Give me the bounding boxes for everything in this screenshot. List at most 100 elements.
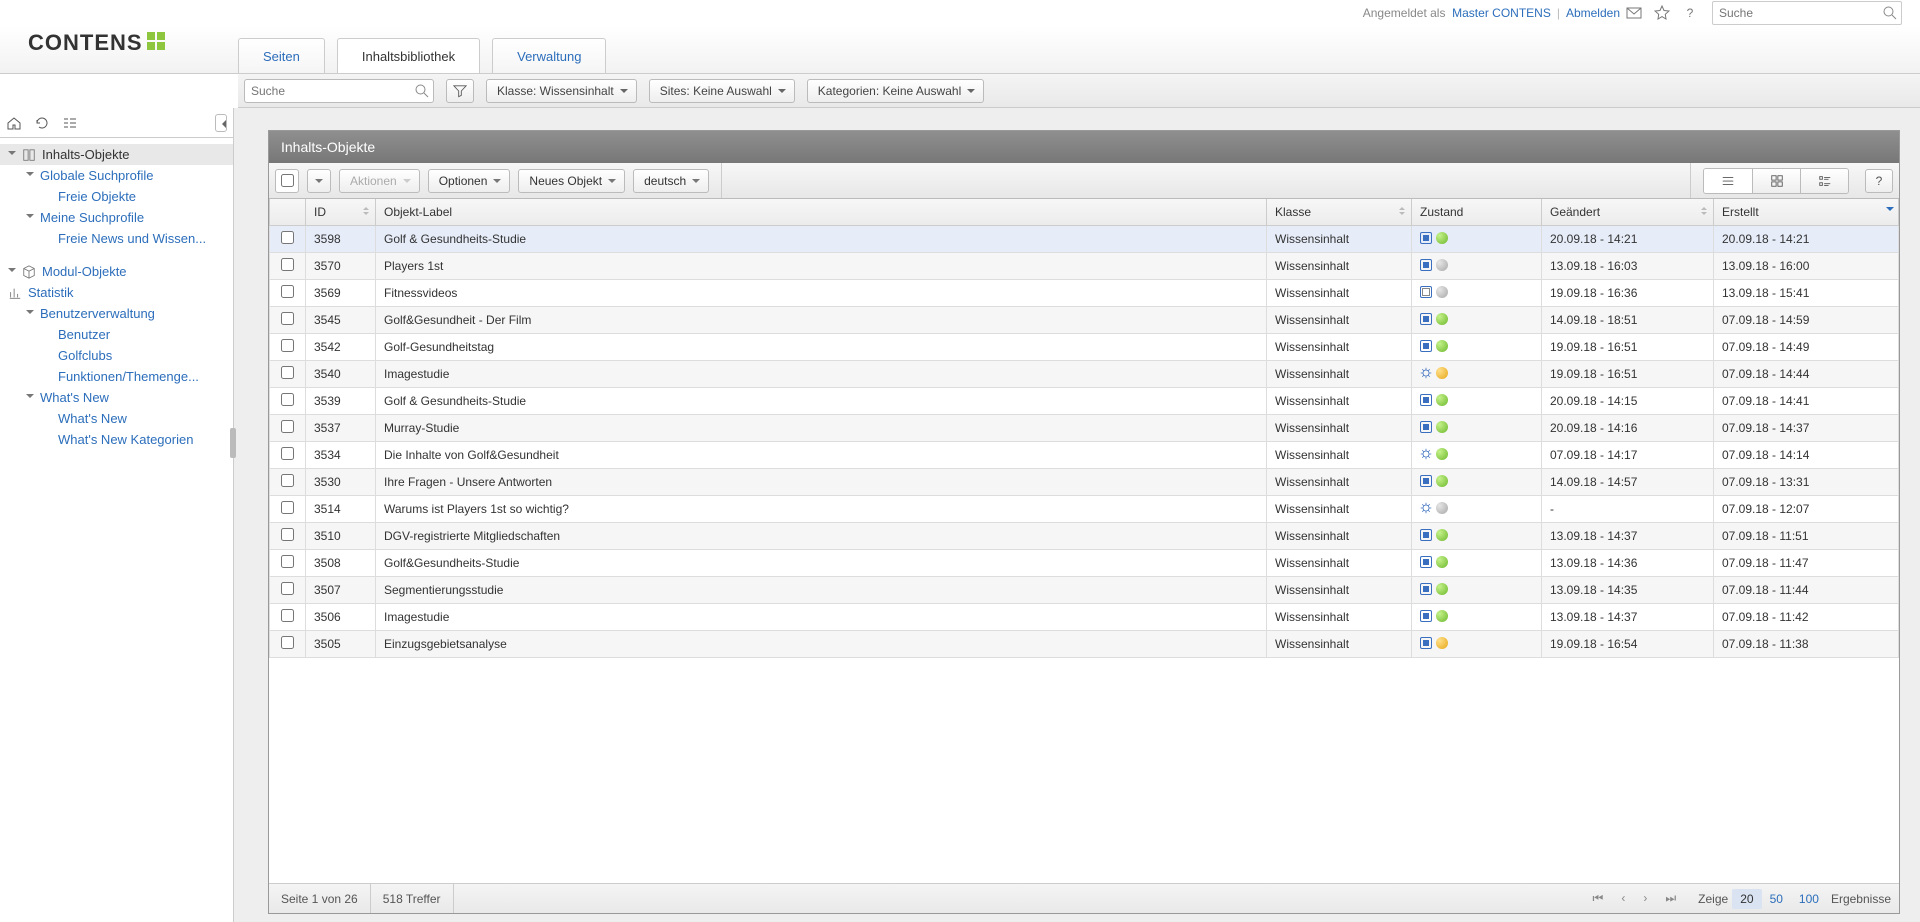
main-tab-2[interactable]: Verwaltung bbox=[492, 38, 606, 73]
pager-next[interactable]: › bbox=[1643, 891, 1647, 906]
cell-geandert: 19.09.18 - 16:36 bbox=[1542, 280, 1714, 307]
tree-settings-icon[interactable] bbox=[62, 115, 78, 131]
sidebar-item-label: What's New Kategorien bbox=[58, 432, 193, 447]
col-id[interactable]: ID bbox=[306, 199, 376, 226]
actions-button[interactable]: Aktionen bbox=[339, 169, 420, 193]
row-checkbox[interactable] bbox=[281, 636, 294, 649]
table-row[interactable]: 3540ImagestudieWissensinhalt19.09.18 - 1… bbox=[270, 361, 1899, 388]
sidebar-item-8[interactable]: Benutzer bbox=[0, 324, 233, 345]
table-row[interactable]: 3508Golf&Gesundheits-StudieWissensinhalt… bbox=[270, 550, 1899, 577]
table-row[interactable]: 3506ImagestudieWissensinhalt13.09.18 - 1… bbox=[270, 604, 1899, 631]
row-checkbox[interactable] bbox=[281, 258, 294, 271]
col-erstellt[interactable]: Erstellt bbox=[1714, 199, 1899, 226]
table-row[interactable]: 3537Murray-StudieWissensinhalt20.09.18 -… bbox=[270, 415, 1899, 442]
filter-dropdown-2[interactable]: Kategorien: Keine Auswahl bbox=[807, 79, 984, 103]
row-checkbox[interactable] bbox=[281, 339, 294, 352]
sidebar-item-11[interactable]: What's New bbox=[0, 387, 233, 408]
row-checkbox[interactable] bbox=[281, 555, 294, 568]
col-klasse[interactable]: Klasse bbox=[1267, 199, 1412, 226]
filter-toggle-button[interactable] bbox=[446, 79, 474, 103]
pager-last[interactable]: ⏭ bbox=[1665, 891, 1676, 906]
table-row[interactable]: 3569FitnessvideosWissensinhalt19.09.18 -… bbox=[270, 280, 1899, 307]
row-checkbox[interactable] bbox=[281, 393, 294, 406]
reload-icon[interactable] bbox=[34, 115, 50, 131]
mail-icon[interactable] bbox=[1626, 5, 1642, 21]
status-grey-icon bbox=[1436, 259, 1448, 271]
row-checkbox[interactable] bbox=[281, 312, 294, 325]
sidebar-item-5[interactable]: Modul-Objekte bbox=[0, 261, 233, 282]
view-list-button[interactable] bbox=[1704, 169, 1752, 193]
view-detail-button[interactable] bbox=[1800, 169, 1848, 193]
sidebar-item-10[interactable]: Funktionen/Themenge... bbox=[0, 366, 233, 387]
select-menu-button[interactable] bbox=[307, 169, 331, 193]
row-checkbox[interactable] bbox=[281, 447, 294, 460]
table-row[interactable]: 3510DGV-registrierte MitgliedschaftenWis… bbox=[270, 523, 1899, 550]
row-checkbox[interactable] bbox=[281, 231, 294, 244]
pager-prev[interactable]: ‹ bbox=[1621, 891, 1625, 906]
sidebar-item-2[interactable]: Freie Objekte bbox=[0, 186, 233, 207]
cell-zustand bbox=[1412, 442, 1542, 469]
new-object-button[interactable]: Neues Objekt bbox=[518, 169, 625, 193]
sidebar-item-6[interactable]: Statistik bbox=[0, 282, 233, 303]
filter-dropdown-1[interactable]: Sites: Keine Auswahl bbox=[649, 79, 795, 103]
logout-link[interactable]: Abmelden bbox=[1566, 6, 1620, 20]
main-tab-0[interactable]: Seiten bbox=[238, 38, 325, 73]
page-size-20[interactable]: 20 bbox=[1732, 889, 1761, 909]
star-icon[interactable] bbox=[1654, 5, 1670, 21]
row-checkbox[interactable] bbox=[281, 420, 294, 433]
cell-klasse: Wissensinhalt bbox=[1267, 604, 1412, 631]
sidebar-item-7[interactable]: Benutzerverwaltung bbox=[0, 303, 233, 324]
sidebar-item-4[interactable]: Freie News und Wissen... bbox=[0, 228, 233, 249]
table-row[interactable]: 3507SegmentierungsstudieWissensinhalt13.… bbox=[270, 577, 1899, 604]
cell-label: Einzugsgebietsanalyse bbox=[376, 631, 1267, 658]
table-row[interactable]: 3530Ihre Fragen - Unsere AntwortenWissen… bbox=[270, 469, 1899, 496]
row-checkbox[interactable] bbox=[281, 285, 294, 298]
col-zustand[interactable]: Zustand bbox=[1412, 199, 1542, 226]
sidebar-item-13[interactable]: What's New Kategorien bbox=[0, 429, 233, 450]
table-row[interactable]: 3514Warums ist Players 1st so wichtig?Wi… bbox=[270, 496, 1899, 523]
table-row[interactable]: 3542Golf-GesundheitstagWissensinhalt19.0… bbox=[270, 334, 1899, 361]
col-checkbox[interactable] bbox=[270, 199, 306, 226]
main-tab-1[interactable]: Inhaltsbibliothek bbox=[337, 38, 480, 73]
pager-first[interactable]: ⏮ bbox=[1593, 891, 1604, 906]
table-row[interactable]: 3598Golf & Gesundheits-StudieWissensinha… bbox=[270, 226, 1899, 253]
status-record-icon bbox=[1420, 340, 1432, 352]
panel-help-button[interactable]: ? bbox=[1865, 169, 1893, 193]
library-search-input[interactable] bbox=[244, 79, 434, 103]
cell-zustand bbox=[1412, 550, 1542, 577]
filter-dropdown-0[interactable]: Klasse: Wissensinhalt bbox=[486, 79, 637, 103]
row-checkbox[interactable] bbox=[281, 582, 294, 595]
options-button[interactable]: Optionen bbox=[428, 169, 511, 193]
sidebar-item-3[interactable]: Meine Suchprofile bbox=[0, 207, 233, 228]
cell-erstellt: 07.09.18 - 14:41 bbox=[1714, 388, 1899, 415]
row-checkbox[interactable] bbox=[281, 528, 294, 541]
current-user-link[interactable]: Master CONTENS bbox=[1452, 6, 1551, 20]
col-geandert[interactable]: Geändert bbox=[1542, 199, 1714, 226]
page-size-100[interactable]: 100 bbox=[1791, 889, 1827, 909]
table-row[interactable]: 3539Golf & Gesundheits-StudieWissensinha… bbox=[270, 388, 1899, 415]
row-checkbox[interactable] bbox=[281, 366, 294, 379]
view-grid-button[interactable] bbox=[1752, 169, 1800, 193]
sidebar-item-9[interactable]: Golfclubs bbox=[0, 345, 233, 366]
home-icon[interactable] bbox=[6, 115, 22, 131]
sidebar: Inhalts-ObjekteGlobale SuchprofileFreie … bbox=[0, 108, 234, 922]
sidebar-item-12[interactable]: What's New bbox=[0, 408, 233, 429]
language-dropdown[interactable]: deutsch bbox=[633, 169, 709, 193]
page-size-50[interactable]: 50 bbox=[1762, 889, 1791, 909]
global-search-input[interactable] bbox=[1712, 1, 1902, 25]
row-checkbox[interactable] bbox=[281, 609, 294, 622]
table-row[interactable]: 3545Golf&Gesundheit - Der FilmWissensinh… bbox=[270, 307, 1899, 334]
col-label[interactable]: Objekt-Label bbox=[376, 199, 1267, 226]
sidebar-item-0[interactable]: Inhalts-Objekte bbox=[0, 144, 233, 165]
row-checkbox[interactable] bbox=[281, 474, 294, 487]
sidebar-item-1[interactable]: Globale Suchprofile bbox=[0, 165, 233, 186]
sidebar-resize-handle[interactable] bbox=[230, 108, 234, 922]
sidebar-collapse-button[interactable] bbox=[215, 114, 227, 132]
row-checkbox[interactable] bbox=[281, 501, 294, 514]
help-icon[interactable]: ? bbox=[1682, 5, 1698, 21]
cell-label: Murray-Studie bbox=[376, 415, 1267, 442]
table-row[interactable]: 3505EinzugsgebietsanalyseWissensinhalt19… bbox=[270, 631, 1899, 658]
table-row[interactable]: 3534Die Inhalte von Golf&GesundheitWisse… bbox=[270, 442, 1899, 469]
select-all-checkbox[interactable] bbox=[275, 169, 299, 193]
table-row[interactable]: 3570Players 1stWissensinhalt13.09.18 - 1… bbox=[270, 253, 1899, 280]
